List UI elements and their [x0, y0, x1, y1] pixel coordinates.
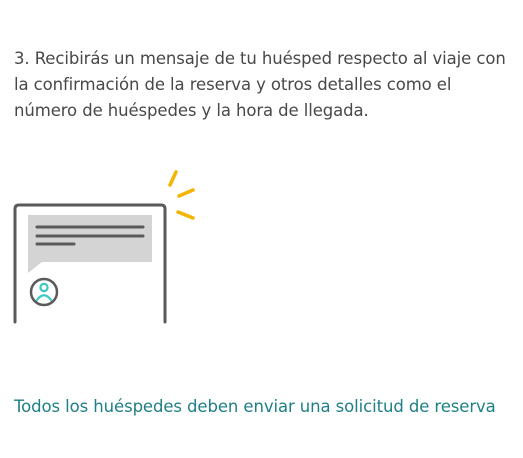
avatar-icon	[29, 277, 59, 307]
message-notification-icon	[13, 170, 195, 324]
notification-rays	[168, 170, 195, 220]
step-description: 3. Recibirás un mensaje de tu huésped re…	[14, 49, 506, 120]
request-to-book-link[interactable]: Todos los huéspedes deben enviar una sol…	[14, 394, 496, 420]
